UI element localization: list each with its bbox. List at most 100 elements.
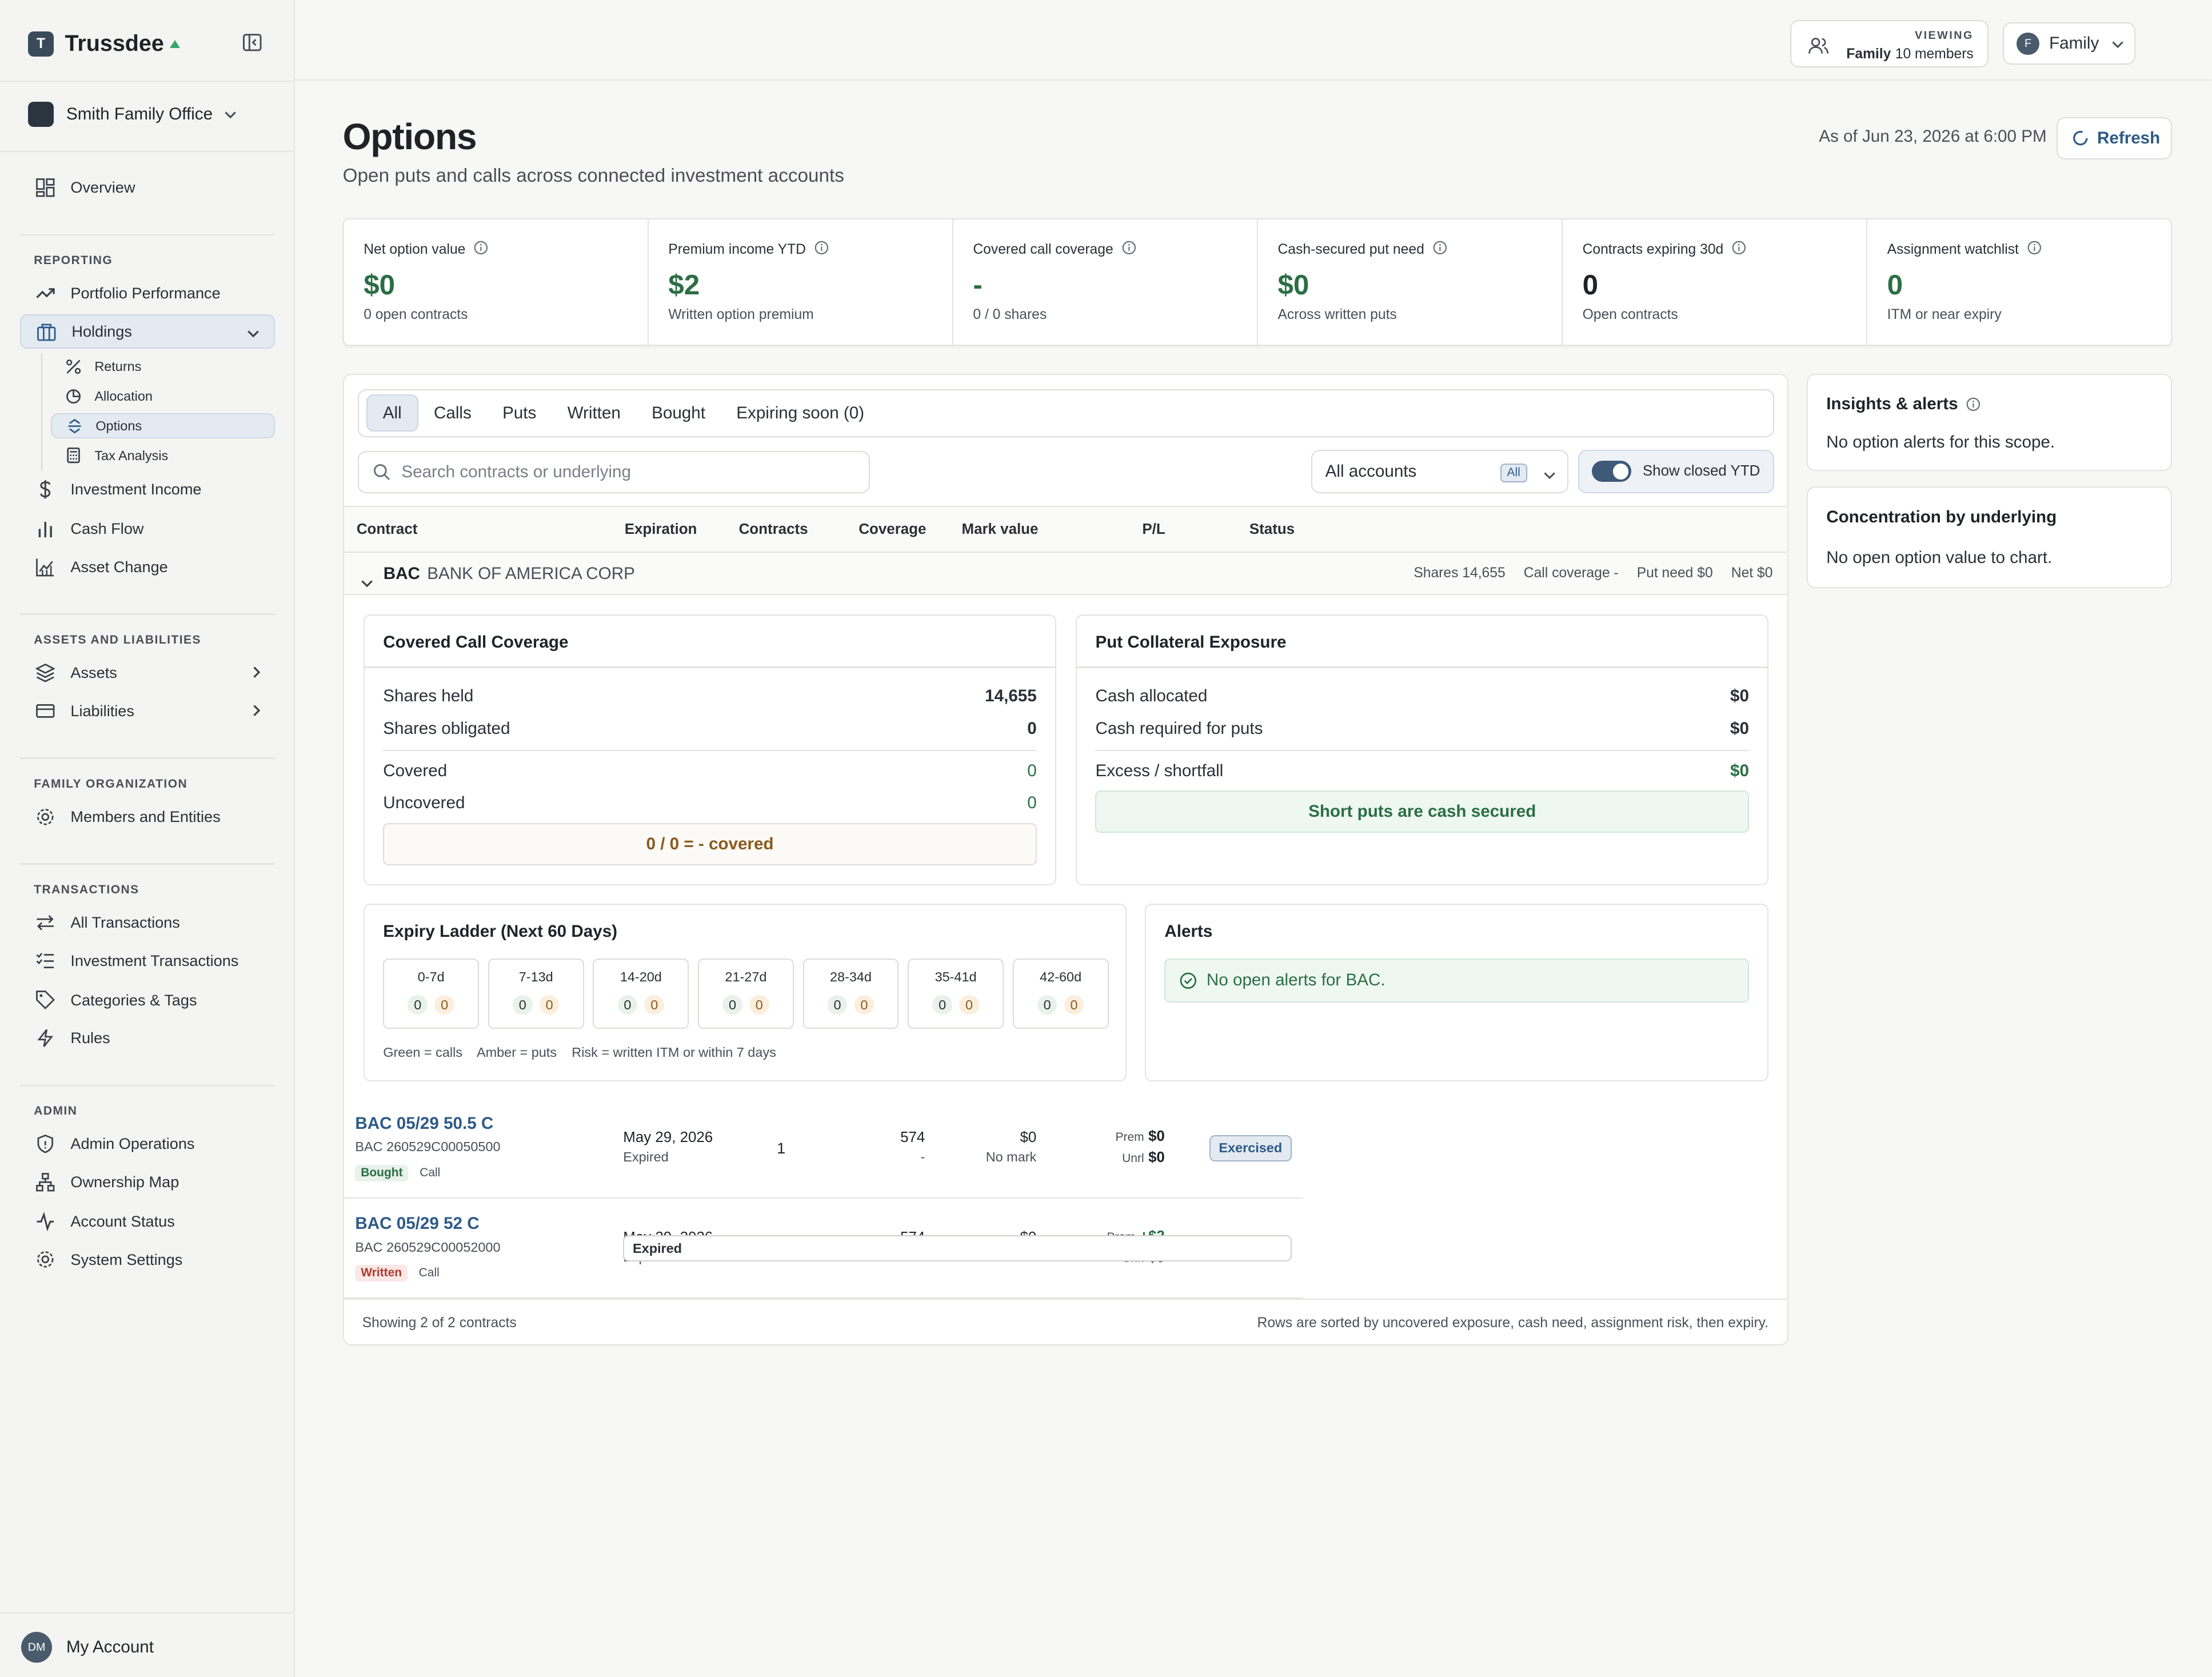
- sidebar-item-admin-operations[interactable]: Admin Operations: [20, 1127, 275, 1161]
- col-contract[interactable]: Contract: [357, 521, 418, 538]
- unrealized-value: $0: [1148, 1149, 1165, 1165]
- sidebar-item-overview[interactable]: Overview: [20, 171, 275, 205]
- kpi-subtext: ITM or near expiry: [1887, 307, 2002, 323]
- sidebar-item-portfolio-performance[interactable]: Portfolio Performance: [20, 277, 275, 310]
- accounts-select[interactable]: All accounts All: [1311, 449, 1568, 494]
- chevron-down-icon[interactable]: [361, 568, 373, 594]
- account-menu[interactable]: DM My Account: [21, 1632, 154, 1663]
- col-expiration[interactable]: Expiration: [625, 521, 697, 538]
- gear-icon: [34, 1248, 56, 1271]
- chevron-down-icon: [2111, 34, 2124, 53]
- sidebar-item-investment-transactions[interactable]: Investment Transactions: [20, 944, 275, 977]
- info-icon[interactable]: [814, 241, 829, 259]
- kpi-value: 0: [1887, 269, 1903, 301]
- sidebar-item-cash-flow[interactable]: Cash Flow: [20, 512, 275, 546]
- table-row[interactable]: BAC 05/29 50.5 C BAC 260529C00050500 Bou…: [344, 1100, 1303, 1199]
- brand[interactable]: T Trussdee: [28, 31, 180, 57]
- mark-sub: No mark: [985, 1149, 1037, 1164]
- col-status[interactable]: Status: [1249, 521, 1295, 538]
- sidebar-item-system-settings[interactable]: System Settings: [20, 1243, 275, 1276]
- tab-puts[interactable]: Puts: [487, 394, 552, 431]
- info-icon[interactable]: [1732, 241, 1746, 259]
- table-row[interactable]: BAC 05/29 52 C BAC 260529C00052000 Writt…: [344, 1200, 1303, 1299]
- viewing-scope[interactable]: VIEWING Family 10 members: [1790, 19, 1989, 68]
- ladder-bucket[interactable]: 0-7d 0 0: [383, 959, 480, 1029]
- kpi-assignment-watchlist: Assignment watchlist 0 ITM or near expir…: [1867, 219, 2171, 344]
- underlying-symbol: BAC: [383, 564, 420, 583]
- ladder-bucket[interactable]: 7-13d 0 0: [488, 959, 584, 1029]
- area-chart-icon: [34, 556, 56, 578]
- ladder-legend: Green = calls Amber = puts Risk = writte…: [383, 1045, 787, 1060]
- sidebar-item-returns[interactable]: Returns: [51, 354, 275, 379]
- tab-expiring-soon[interactable]: Expiring soon (0): [721, 394, 880, 431]
- dashboard-icon: [34, 176, 56, 198]
- refresh-button[interactable]: Refresh: [2056, 117, 2173, 159]
- sidebar-item-tax-analysis[interactable]: Tax Analysis: [51, 443, 275, 468]
- info-icon[interactable]: [1122, 241, 1136, 259]
- contract-link[interactable]: BAC 05/29 52 C: [355, 1214, 479, 1233]
- toggle-switch[interactable]: [1592, 461, 1632, 482]
- tab-all[interactable]: All: [366, 394, 418, 432]
- kpi-row: Net option value $0 0 open contracts Pre…: [342, 218, 2173, 346]
- check-circle-icon: [1180, 972, 1197, 989]
- org-logo: [28, 101, 54, 127]
- info-icon[interactable]: [1966, 397, 1981, 412]
- underlying-group-row[interactable]: BAC BANK OF AMERICA CORP Shares 14,655 C…: [344, 552, 1787, 595]
- info-icon[interactable]: [2027, 241, 2042, 259]
- kpi-subtext: Written option premium: [668, 307, 814, 323]
- uncovered-row: Uncovered 0: [383, 793, 1036, 816]
- tab-calls[interactable]: Calls: [418, 394, 487, 431]
- ladder-bucket[interactable]: 35-41d 0 0: [908, 959, 1004, 1029]
- ladder-bucket[interactable]: 21-27d 0 0: [698, 959, 794, 1029]
- sidebar-item-rules[interactable]: Rules: [20, 1021, 275, 1055]
- sidebar-item-label: Cash Flow: [70, 520, 144, 538]
- ladder-bucket[interactable]: 28-34d 0 0: [802, 959, 899, 1029]
- info-icon[interactable]: [1433, 241, 1447, 259]
- sidebar-item-options[interactable]: Options: [50, 413, 275, 439]
- brand-name: Trussdee: [65, 31, 164, 57]
- search-input[interactable]: [401, 462, 825, 482]
- sidebar-item-allocation[interactable]: Allocation: [51, 384, 275, 409]
- card-title: Insights & alerts: [1826, 394, 1958, 414]
- sidebar-item-asset-change[interactable]: Asset Change: [20, 550, 275, 584]
- sidebar-item-label: All Transactions: [70, 913, 180, 931]
- sidebar-item-account-status[interactable]: Account Status: [20, 1204, 275, 1238]
- coverage-summary: 0 / 0 = - covered: [383, 823, 1037, 866]
- sidebar-item-all-transactions[interactable]: All Transactions: [20, 905, 275, 939]
- contract-link[interactable]: BAC 05/29 50.5 C: [355, 1114, 493, 1133]
- info-icon[interactable]: [474, 241, 488, 259]
- kpi-value: $0: [364, 269, 396, 301]
- col-pl[interactable]: P/L: [1142, 521, 1165, 538]
- collapse-sidebar-icon[interactable]: [242, 33, 265, 55]
- search-box: [358, 451, 871, 494]
- col-contracts[interactable]: Contracts: [739, 521, 808, 538]
- value: 0: [1027, 761, 1037, 780]
- show-closed-toggle[interactable]: Show closed YTD: [1578, 449, 1774, 494]
- sidebar-item-categories-tags[interactable]: Categories & Tags: [20, 983, 275, 1017]
- sidebar-item-holdings[interactable]: Holdings: [19, 314, 275, 349]
- type-badge: Call: [420, 1166, 441, 1180]
- mark-value: $0: [1020, 1129, 1037, 1146]
- section-family-organization: FAMILY ORGANIZATION: [34, 777, 188, 790]
- sidebar-item-members-entities[interactable]: Members and Entities: [20, 800, 275, 833]
- tab-bought[interactable]: Bought: [636, 394, 721, 431]
- table-footer: Showing 2 of 2 contracts Rows are sorted…: [344, 1299, 1787, 1345]
- sidebar-item-investment-income[interactable]: Investment Income: [20, 473, 275, 506]
- sidebar-item-ownership-map[interactable]: Ownership Map: [20, 1165, 275, 1199]
- bucket-label: 0-7d: [417, 969, 445, 985]
- col-mark-value[interactable]: Mark value: [961, 521, 1038, 538]
- refresh-label: Refresh: [2097, 128, 2161, 147]
- refresh-icon: [2073, 131, 2088, 146]
- covered-row: Covered 0: [383, 761, 1036, 784]
- col-coverage[interactable]: Coverage: [859, 521, 926, 538]
- org-switcher[interactable]: Smith Family Office: [28, 101, 237, 127]
- sidebar-item-liabilities[interactable]: Liabilities: [20, 694, 275, 728]
- tab-written[interactable]: Written: [552, 394, 636, 431]
- sidebar-item-label: System Settings: [70, 1250, 183, 1268]
- ladder-bucket[interactable]: 42-60d 0 0: [1012, 959, 1109, 1029]
- sidebar-item-label: Overview: [70, 178, 135, 197]
- sidebar-item-assets[interactable]: Assets: [20, 656, 275, 689]
- card-message: No open option value to chart.: [1826, 548, 2053, 568]
- family-selector[interactable]: F Family: [2003, 22, 2136, 65]
- ladder-bucket[interactable]: 14-20d 0 0: [593, 959, 689, 1029]
